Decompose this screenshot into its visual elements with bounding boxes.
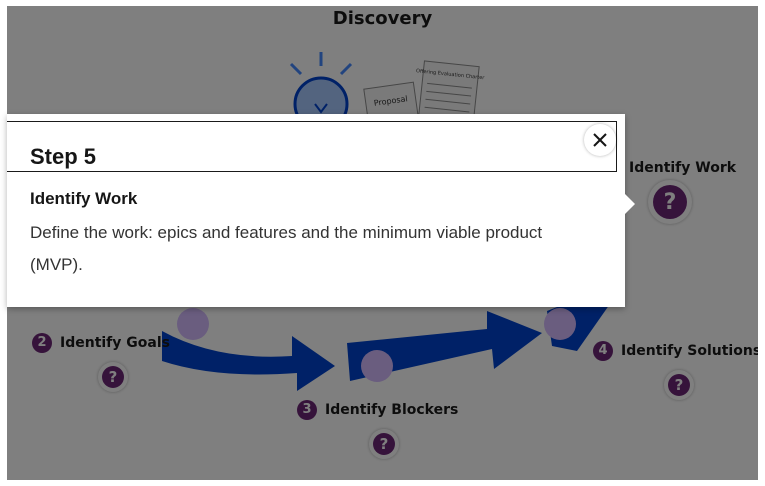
popover-caret (625, 194, 635, 214)
step-popover: Step 5 Identify Work Define the work: ep… (7, 114, 635, 307)
close-button[interactable] (584, 124, 616, 156)
popover-description: Define the work: epics and features and … (30, 223, 543, 274)
popover-step-heading: Step 5 (30, 144, 97, 169)
popover-subtitle: Identify Work (30, 189, 138, 208)
close-icon (593, 133, 607, 147)
popover-header (7, 121, 617, 172)
